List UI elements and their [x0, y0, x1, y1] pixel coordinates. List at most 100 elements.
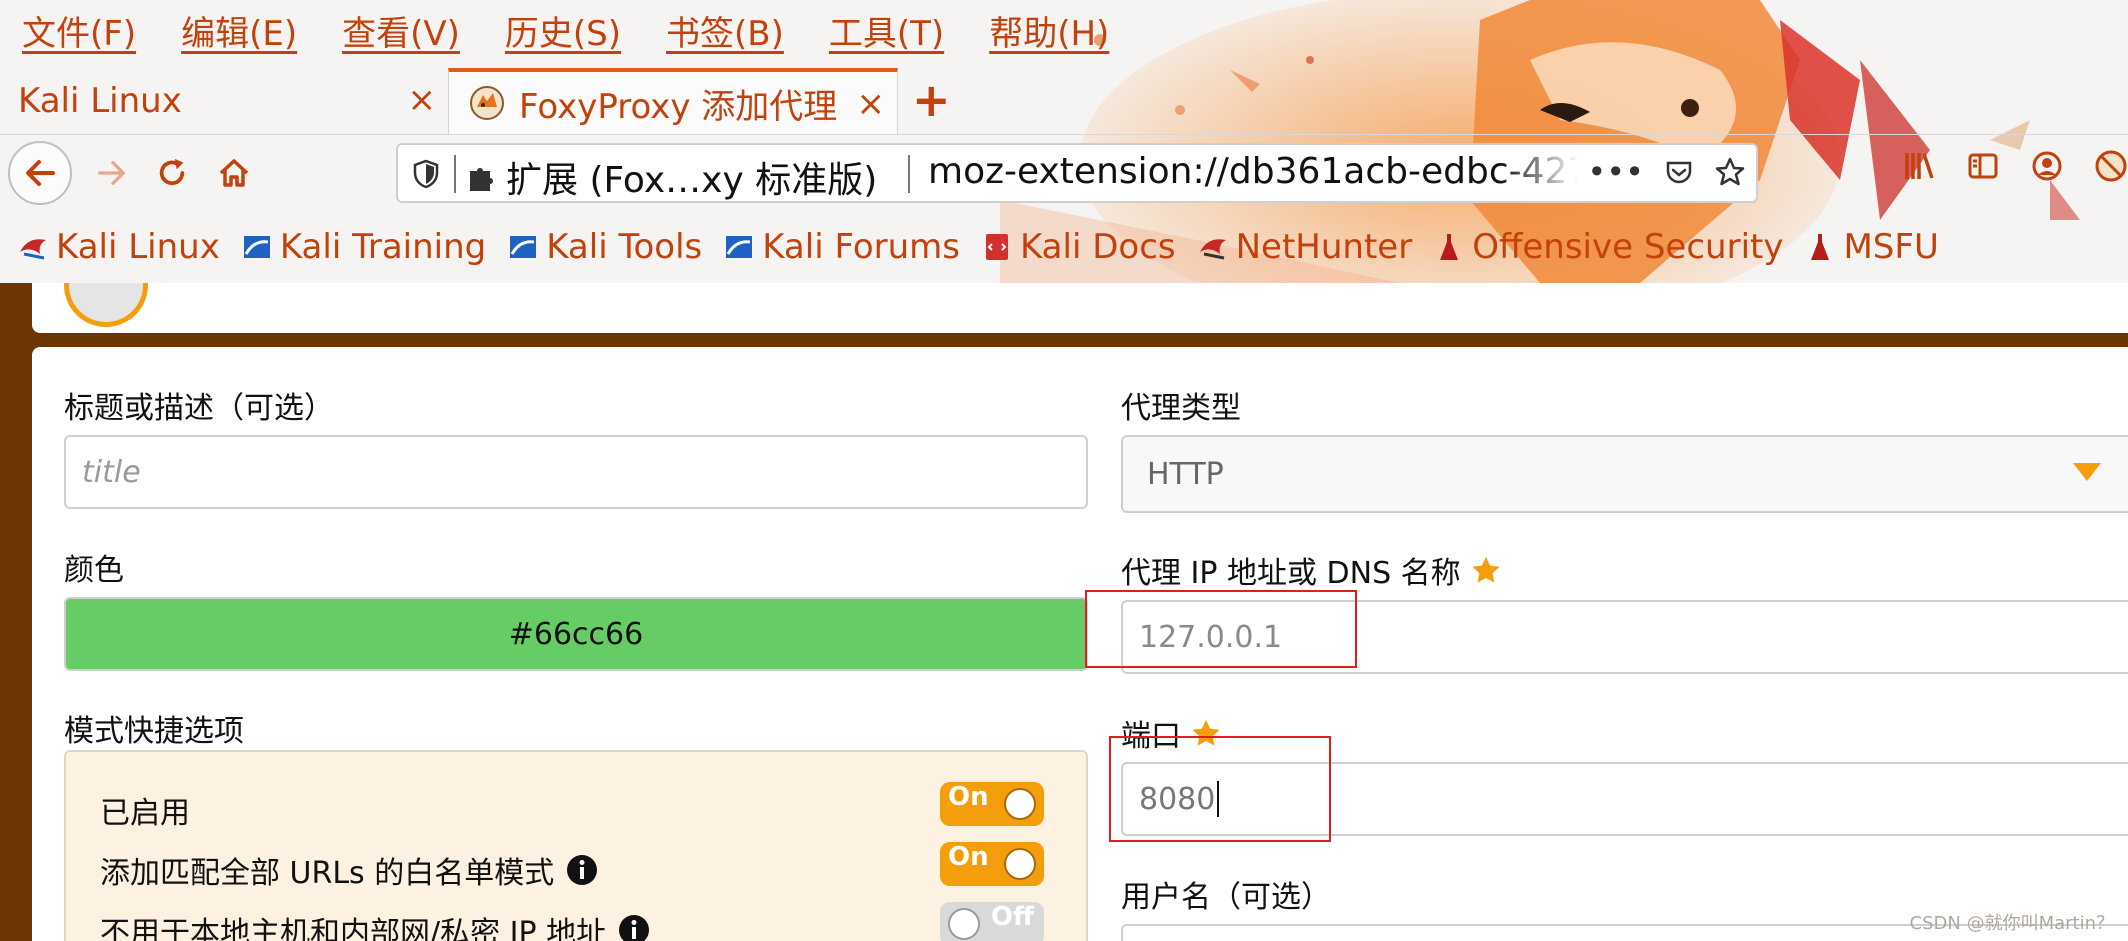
title-label: 标题或描述（可选） [64, 391, 334, 426]
proxy-ip-label: 代理 IP 地址或 DNS 名称 [1121, 548, 1501, 592]
extension-identity[interactable]: 扩展 (Fox…xy 标准版) [466, 151, 877, 203]
menu-edit[interactable]: 编辑(E) [181, 0, 297, 68]
option-label: 添加匹配全部 URLs 的白名单模式 [100, 856, 555, 891]
bookmark-label: Kali Linux [56, 226, 220, 267]
bookmark-label: Offensive Security [1472, 226, 1784, 267]
nethunter-icon [1199, 238, 1226, 259]
reload-icon [159, 158, 185, 186]
navigation-toolbar: 扩展 (Fox…xy 标准版) moz-extension://db361acb… [0, 134, 2128, 210]
text-caret [1217, 781, 1220, 817]
toggle-knob [1004, 788, 1036, 820]
menu-help[interactable]: 帮助(H) [989, 0, 1109, 68]
tab-kali-linux[interactable]: Kali Linux × [0, 68, 448, 134]
bookmark-kali-docs[interactable]: Kali Docs [982, 227, 1176, 267]
proxy-ip-input[interactable]: 127.0.0.1 [1121, 600, 2128, 674]
bookmark-offensive-security[interactable]: Offensive Security [1434, 227, 1783, 267]
bookmark-kali-training[interactable]: Kali Training [242, 227, 486, 267]
star-bookmark-icon[interactable] [1714, 156, 1746, 188]
divider [454, 155, 456, 193]
port-value: 8080 [1139, 781, 1216, 817]
kali-training-icon [243, 235, 270, 258]
kali-tools-icon [510, 235, 537, 258]
proxy-type-label: 代理类型 [1121, 391, 1241, 426]
port-label: 端口 [1121, 711, 1221, 755]
page-actions: ••• [1587, 153, 1746, 191]
extension-label: 扩展 (Fox…xy 标准版) [506, 160, 878, 201]
selected-proxy-type: HTTP [1147, 456, 1224, 492]
tab-label: Kali Linux [18, 81, 182, 121]
info-icon[interactable] [566, 854, 598, 886]
color-label: 颜色 [64, 553, 124, 588]
enabled-toggle[interactable]: On [940, 782, 1044, 826]
bookmark-kali-tools[interactable]: Kali Tools [508, 227, 702, 267]
kali-docs-icon [985, 233, 1008, 260]
bookmark-label: Kali Tools [546, 226, 703, 267]
username-label: 用户名（可选） [1121, 880, 1331, 915]
browser-chrome: 文件(F) 编辑(E) 查看(V) 历史(S) 书签(B) 工具(T) 帮助(H… [0, 0, 2128, 283]
reload-button[interactable] [144, 145, 200, 201]
bookmark-kali-linux[interactable]: Kali Linux [18, 227, 220, 267]
header-card [32, 283, 2128, 333]
menu-bookmarks[interactable]: 书签(B) [666, 0, 784, 68]
home-icon [219, 159, 249, 187]
close-icon[interactable]: × [857, 80, 886, 128]
new-tab-button[interactable]: + [912, 72, 951, 128]
arrow-left-icon [26, 160, 55, 186]
port-label-text: 端口 [1121, 719, 1181, 754]
toggle-knob [948, 908, 980, 940]
option-label: 已启用 [100, 796, 190, 831]
bookmark-label: Kali Training [279, 226, 487, 267]
account-icon[interactable] [2030, 149, 2064, 183]
close-icon[interactable]: × [408, 76, 437, 124]
divider [908, 155, 910, 193]
color-picker[interactable]: #66cc66 [64, 597, 1088, 671]
pattern-shortcuts-label: 模式快捷选项 [64, 714, 244, 749]
bookmark-msfu[interactable]: MSFU [1805, 227, 1939, 267]
toggle-state: On [948, 842, 989, 872]
library-icon[interactable] [1902, 149, 1936, 183]
menu-tools[interactable]: 工具(T) [829, 0, 944, 68]
kali-dragon-icon [20, 238, 46, 259]
menu-view[interactable]: 查看(V) [342, 0, 460, 68]
back-button[interactable] [8, 141, 72, 205]
pocket-icon[interactable] [1664, 157, 1694, 187]
chevron-down-icon [2073, 463, 2101, 481]
bookmark-label: NetHunter [1235, 226, 1413, 267]
option-enabled: 已启用 [100, 788, 190, 832]
kali-forums-icon [726, 235, 753, 258]
toolbar-right [1902, 149, 2128, 183]
option-exclude-local: 不用于本地主机和内部网/私密 IP 地址 [100, 908, 650, 941]
info-icon[interactable] [618, 914, 650, 941]
shield-icon[interactable] [412, 159, 440, 189]
watermark: CSDN @就你叫Martin？ [1909, 913, 2114, 934]
url-text[interactable]: moz-extension://db361acb-edbc-427 [928, 151, 1578, 192]
foxyproxy-toolbar-icon[interactable] [2094, 149, 2128, 183]
title-input[interactable]: title [64, 435, 1088, 509]
exclude-local-toggle[interactable]: Off [940, 902, 1044, 941]
arrow-right-icon [98, 161, 125, 185]
bookmark-nethunter[interactable]: NetHunter [1198, 226, 1413, 267]
option-label: 不用于本地主机和内部网/私密 IP 地址 [100, 916, 607, 941]
offsec-icon [1440, 233, 1459, 260]
url-bar[interactable]: 扩展 (Fox…xy 标准版) moz-extension://db361acb… [396, 143, 1758, 203]
menu-file[interactable]: 文件(F) [22, 0, 136, 68]
whitelist-toggle[interactable]: On [940, 842, 1044, 886]
proxy-type-select[interactable]: HTTP [1121, 435, 2128, 513]
toggle-knob [1004, 848, 1036, 880]
tab-foxyproxy-add[interactable]: FoxyProxy 添加代理 × [448, 68, 898, 134]
foxyproxy-icon [470, 86, 504, 120]
toggle-state: Off [990, 902, 1034, 932]
forward-button[interactable] [84, 145, 140, 201]
bookmark-kali-forums[interactable]: Kali Forums [724, 227, 960, 267]
bookmark-label: Kali Forums [762, 226, 960, 267]
menu-history[interactable]: 历史(S) [505, 0, 621, 68]
bookmark-label: Kali Docs [1019, 226, 1176, 267]
toggle-state: On [948, 782, 989, 812]
sidebar-icon[interactable] [1966, 149, 2000, 183]
more-actions-icon[interactable]: ••• [1587, 153, 1644, 191]
home-button[interactable] [206, 145, 262, 201]
star-icon [1472, 556, 1500, 583]
star-icon [1192, 719, 1220, 746]
port-input[interactable]: 8080 [1121, 762, 2128, 836]
pattern-options-panel: 已启用 On 添加匹配全部 URLs 的白名单模式 On 不用于本地主机和内部网… [64, 750, 1088, 941]
